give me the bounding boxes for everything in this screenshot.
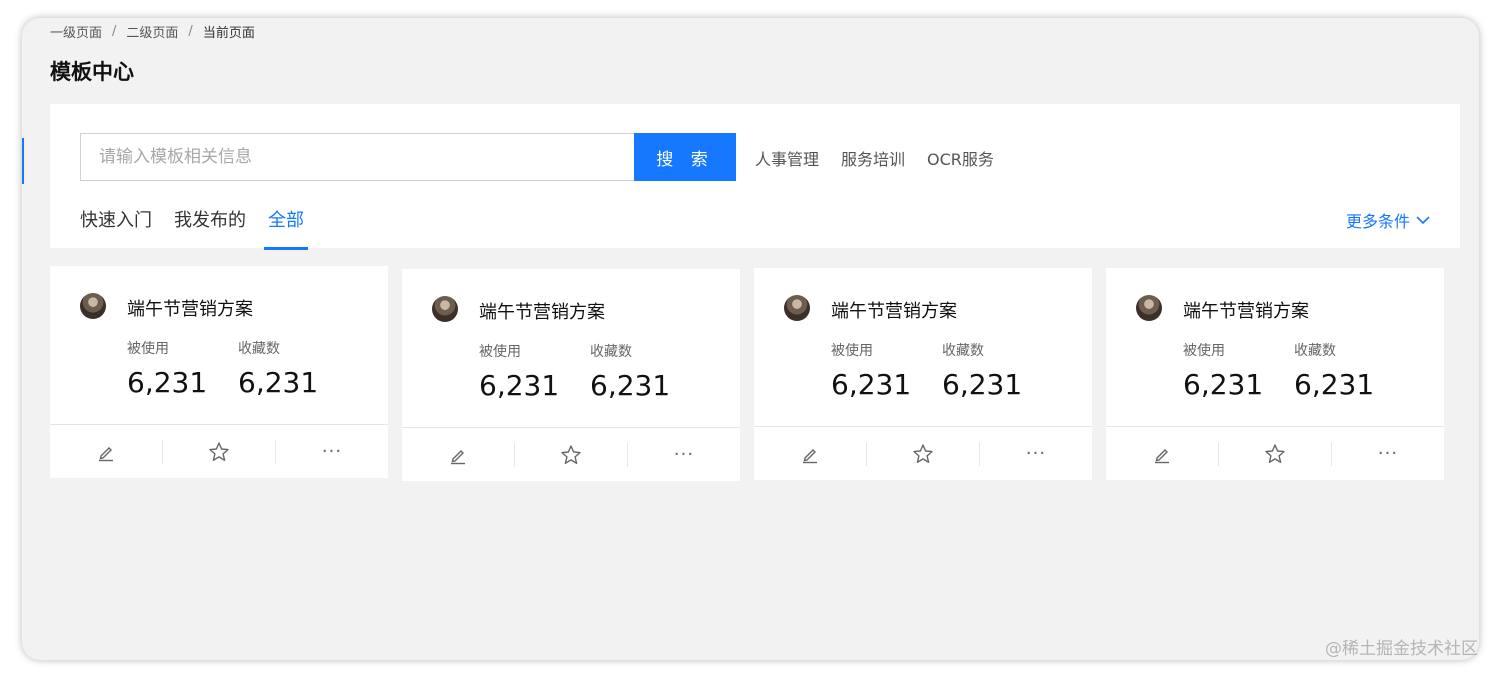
used-label: 被使用: [831, 343, 873, 359]
fav-value: 6,231: [238, 366, 319, 399]
tab-all[interactable]: 全部: [264, 206, 308, 250]
used-label: 被使用: [479, 344, 521, 360]
more-icon: ···: [673, 444, 695, 465]
quick-tag-hr[interactable]: 人事管理: [755, 146, 819, 170]
template-card[interactable]: 端午节营销方案 被使用 6,231 收藏数 6,231 ···: [1106, 268, 1444, 480]
breadcrumb-separator: /: [188, 24, 193, 39]
card-actions: ···: [754, 426, 1092, 480]
favorite-button[interactable]: [162, 439, 275, 464]
fav-stat: 收藏数 6,231: [238, 338, 318, 399]
used-value: 6,231: [831, 368, 912, 401]
favorite-button[interactable]: [866, 441, 979, 466]
fav-label: 收藏数: [238, 341, 280, 357]
breadcrumb: 一级页面 / 二级页面 / 当前页面: [50, 22, 255, 41]
avatar: [1136, 295, 1162, 321]
filter-panel: 搜 索 人事管理 服务培训 OCR服务 快速入门 我发布的 全部 更多条件: [50, 104, 1460, 250]
star-icon: [561, 444, 581, 464]
used-label: 被使用: [1183, 343, 1225, 359]
more-button[interactable]: ···: [627, 442, 740, 467]
card-actions: ···: [402, 427, 740, 481]
star-icon: [209, 441, 229, 461]
card-title: 端午节营销方案: [1183, 301, 1309, 322]
used-stat: 被使用 6,231: [1183, 340, 1263, 401]
edit-icon: [451, 449, 465, 464]
star-icon: [913, 443, 933, 463]
used-value: 6,231: [479, 369, 560, 402]
tab-bar: 快速入门 我发布的 全部: [80, 206, 308, 250]
search-input[interactable]: [80, 133, 635, 181]
edit-button[interactable]: [754, 442, 866, 466]
more-button[interactable]: ···: [979, 441, 1092, 466]
fav-stat: 收藏数 6,231: [942, 340, 1022, 401]
edit-icon: [99, 446, 113, 461]
fav-label: 收藏数: [590, 344, 632, 360]
fav-label: 收藏数: [942, 343, 984, 359]
card-title: 端午节营销方案: [479, 302, 605, 323]
star-icon: [1265, 443, 1285, 463]
sidebar-active-indicator: [22, 138, 24, 184]
more-button[interactable]: ···: [1331, 441, 1444, 466]
used-value: 6,231: [127, 366, 208, 399]
quick-tag-ocr[interactable]: OCR服务: [927, 146, 994, 170]
app-window: 一级页面 / 二级页面 / 当前页面 模板中心 搜 索 人事管理 服务培训 OC…: [22, 18, 1479, 660]
used-value: 6,231: [1183, 368, 1264, 401]
edit-icon: [1155, 448, 1169, 463]
avatar: [80, 293, 106, 319]
fav-value: 6,231: [1294, 368, 1375, 401]
favorite-button[interactable]: [514, 442, 627, 467]
more-icon: ···: [1377, 443, 1399, 464]
card-actions: ···: [50, 424, 388, 478]
used-stat: 被使用 6,231: [127, 338, 207, 399]
watermark: @稀土掘金技术社区: [1325, 639, 1478, 659]
fav-label: 收藏数: [1294, 343, 1336, 359]
tab-quick-start[interactable]: 快速入门: [80, 206, 152, 248]
edit-icon: [803, 448, 817, 463]
template-card[interactable]: 端午节营销方案 被使用 6,231 收藏数 6,231 ···: [50, 266, 388, 478]
edit-button[interactable]: [402, 443, 514, 467]
card-actions: ···: [1106, 426, 1444, 480]
edit-button[interactable]: [50, 440, 162, 464]
template-card[interactable]: 端午节营销方案 被使用 6,231 收藏数 6,231 ···: [402, 269, 740, 481]
quick-tag-training[interactable]: 服务培训: [841, 146, 905, 170]
quick-tags: 人事管理 服务培训 OCR服务: [755, 146, 994, 170]
page-title: 模板中心: [50, 60, 134, 84]
more-icon: ···: [1025, 443, 1047, 464]
more-filters-button[interactable]: 更多条件: [1346, 208, 1430, 232]
breadcrumb-separator: /: [112, 24, 117, 39]
avatar: [432, 296, 458, 322]
search-button[interactable]: 搜 索: [634, 133, 736, 181]
chevron-down-icon: [1416, 216, 1430, 225]
fav-value: 6,231: [942, 368, 1023, 401]
more-filters-label: 更多条件: [1345, 212, 1410, 231]
edit-button[interactable]: [1106, 442, 1218, 466]
fav-stat: 收藏数 6,231: [590, 341, 670, 402]
fav-value: 6,231: [590, 369, 671, 402]
template-card[interactable]: 端午节营销方案 被使用 6,231 收藏数 6,231 ···: [754, 268, 1092, 480]
avatar: [784, 295, 810, 321]
more-icon: ···: [321, 441, 343, 462]
favorite-button[interactable]: [1218, 441, 1331, 466]
breadcrumb-level1[interactable]: 一级页面: [50, 22, 102, 41]
fav-stat: 收藏数 6,231: [1294, 340, 1374, 401]
breadcrumb-level2[interactable]: 二级页面: [126, 22, 178, 41]
tab-my-published[interactable]: 我发布的: [174, 206, 246, 248]
used-label: 被使用: [127, 341, 169, 357]
used-stat: 被使用 6,231: [479, 341, 559, 402]
used-stat: 被使用 6,231: [831, 340, 911, 401]
breadcrumb-current: 当前页面: [202, 26, 255, 41]
card-title: 端午节营销方案: [831, 301, 957, 322]
card-title: 端午节营销方案: [127, 299, 253, 320]
more-button[interactable]: ···: [275, 439, 388, 464]
